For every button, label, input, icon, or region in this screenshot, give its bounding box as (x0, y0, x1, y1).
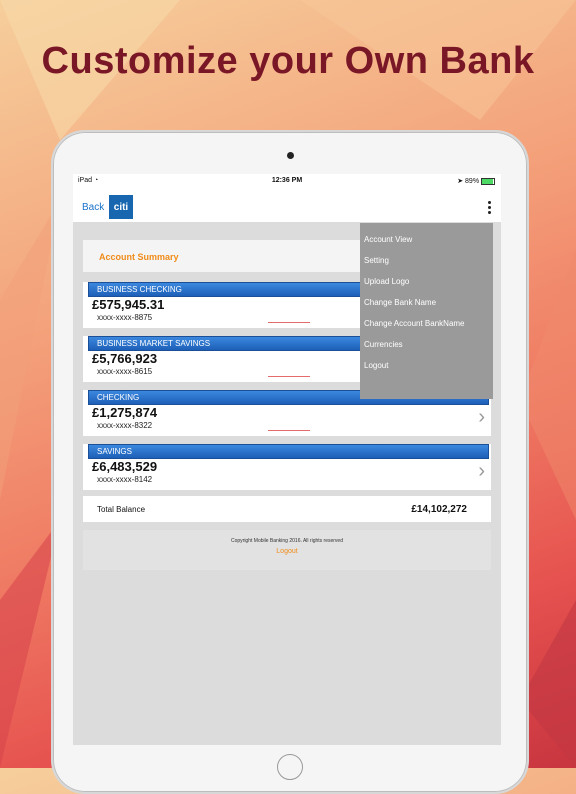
chevron-right-icon[interactable]: › (478, 407, 485, 427)
app-screen: iPad ◔ 12:36 PM ➤ 89% Back citi Account … (73, 174, 501, 745)
account-name: CHECKING (97, 393, 140, 402)
menu-item-upload-logo[interactable]: Upload Logo (364, 277, 409, 286)
menu-item-account-view[interactable]: Account View (364, 235, 412, 244)
status-time: 12:36 PM (271, 177, 303, 184)
total-balance-value: £14,102,272 (411, 504, 467, 515)
account-summary-label: Account Summary (99, 252, 179, 262)
account-name: BUSINESS CHECKING (97, 285, 182, 294)
menu-item-currencies[interactable]: Currencies (364, 340, 403, 349)
account-number: xxxx-xxxx-8142 (97, 475, 153, 484)
account-name: SAVINGS (97, 447, 132, 456)
menu-item-change-account-bankname[interactable]: Change Account BankName (364, 319, 465, 328)
divider (268, 376, 310, 377)
total-balance-row: Total Balance £14,102,272 (83, 496, 491, 522)
menu-item-setting[interactable]: Setting (364, 256, 389, 265)
account-number: xxxx-xxxx-8615 (97, 367, 153, 376)
account-number: xxxx-xxxx-8875 (97, 313, 153, 322)
account-amount: £575,945.31 (92, 297, 165, 312)
footer-logout-link[interactable]: Logout (83, 548, 491, 555)
battery-percent: 89% (465, 178, 480, 185)
account-number: xxxx-xxxx-8322 (97, 421, 153, 430)
status-right: ➤ 89% (457, 177, 495, 185)
bank-logo: citi (109, 195, 133, 219)
account-amount: £1,275,874 (92, 405, 158, 420)
back-button[interactable]: Back (82, 202, 104, 213)
more-menu-icon[interactable] (488, 201, 492, 216)
copyright-text: Copyright Mobile Banking 2016. All right… (230, 538, 343, 544)
status-bar: iPad ◔ 12:36 PM ➤ 89% (73, 174, 501, 187)
footer: Copyright Mobile Banking 2016. All right… (83, 530, 491, 570)
home-button[interactable] (277, 754, 303, 780)
account-card[interactable]: SAVINGS £6,483,529 xxxx-xxxx-8142 › (83, 444, 491, 490)
total-balance-label: Total Balance (97, 505, 146, 514)
menu-item-logout[interactable]: Logout (364, 361, 388, 370)
location-icon: ➤ (457, 178, 464, 185)
divider (268, 430, 310, 431)
account-amount: £5,766,923 (92, 351, 158, 366)
account-name-bar: SAVINGS (88, 444, 489, 459)
dropdown-menu: Account View Setting Upload Logo Change … (360, 223, 493, 399)
divider (268, 322, 310, 323)
account-name: BUSINESS MARKET SAVINGS (97, 339, 211, 348)
battery-icon (481, 177, 495, 185)
nav-bar: Back citi (73, 187, 501, 222)
account-amount: £6,483,529 (92, 459, 158, 474)
menu-item-change-bank-name[interactable]: Change Bank Name (364, 298, 436, 307)
camera-dot (287, 152, 294, 159)
chevron-right-icon[interactable]: › (478, 461, 485, 481)
headline: Customize your Own Bank (41, 40, 535, 82)
